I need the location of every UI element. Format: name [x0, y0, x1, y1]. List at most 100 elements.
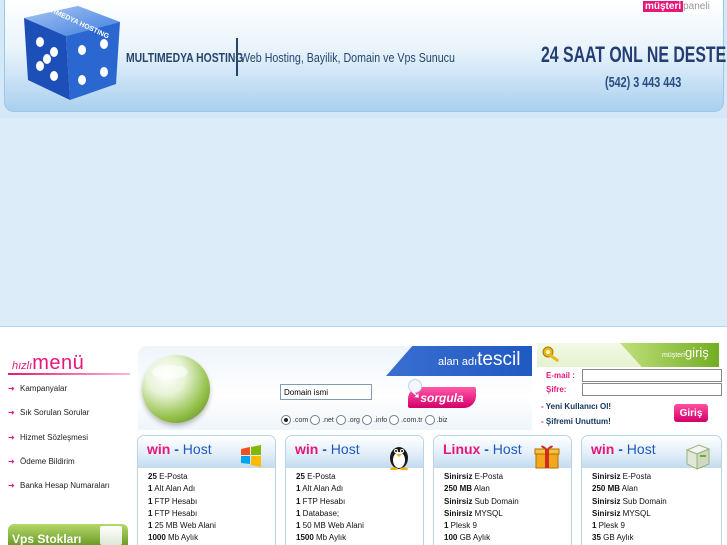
sidebar-item-label: Hizmet Sözleşmesi — [20, 432, 89, 442]
plan-feature-row: 35 GB Aylık — [592, 533, 634, 543]
domain-query-label: sorgula — [420, 390, 464, 405]
plan-feature-row: Sinirsiz E-Posta — [444, 472, 504, 481]
login-title: müşterigiriş — [662, 344, 709, 362]
arrow-right-icon: ➜ — [8, 456, 15, 466]
new-user-link[interactable]: - Yeni Kullanıcı Ol! — [541, 402, 611, 411]
tld-option-info[interactable]: .info — [361, 415, 388, 425]
sidebar-item-payment-notice[interactable]: ➜ Ödeme Bildirim — [8, 450, 132, 472]
password-field[interactable] — [582, 383, 722, 396]
radio-button[interactable] — [310, 415, 321, 425]
plan-features: Sinirsiz E-Posta 250 MB Alan Sinirsiz Su… — [592, 471, 667, 545]
quick-menu-title-big: menü — [32, 352, 85, 374]
email-label: E-mail : — [546, 371, 575, 380]
tld-label: .biz — [436, 416, 448, 424]
plan-feature-row: 100 GB Aylık — [444, 533, 491, 543]
sidebar-item-faq[interactable]: ➜ Sık Sorulan Sorular — [8, 401, 132, 423]
email-field[interactable] — [582, 369, 722, 382]
domain-header-big: tescil — [477, 349, 521, 370]
plan-feature-row: 1 Plesk 9 — [592, 521, 625, 531]
login-title-big: giriş — [684, 345, 709, 360]
forgot-password-link[interactable]: - Şifremi Unuttum! — [541, 417, 611, 426]
tld-option-com[interactable]: .com — [281, 415, 308, 425]
plan-features: 25 E-Posta 1 Alt Alan Adı 1 FTP Hesabı 1… — [296, 471, 364, 545]
radio-button[interactable] — [389, 415, 400, 425]
password-label: Şifre: — [546, 385, 567, 394]
plan-feature-row: 25 E-Posta — [148, 472, 188, 481]
tld-label: .com — [293, 416, 309, 424]
plan-card-linux[interactable]: Linux - Host Sinirsiz E-Posta 250 MB Ala… — [433, 435, 572, 545]
quick-menu-title: hızlımenü — [12, 352, 84, 375]
sidebar-item-label: Kampanyalar — [20, 383, 68, 393]
plan-feature-row: 1 50 MB Web Alani — [296, 521, 364, 531]
plan-feature-row: Sinirsiz Sub Domain — [444, 496, 519, 506]
plan-feature-row: 250 MB Alan — [592, 484, 638, 494]
globe-icon — [142, 355, 210, 423]
sidebar-item-kampanyalar[interactable]: ➜ Kampanyalar — [8, 377, 132, 399]
tld-label: .net — [322, 416, 334, 424]
radio-button[interactable] — [424, 415, 435, 425]
sidebar-item-service-agreement[interactable]: ➜ Hizmet Sözleşmesi — [8, 426, 132, 448]
login-title-small: müşteri — [662, 352, 685, 359]
plan-feature-row: 1 Database; — [296, 508, 340, 518]
tld-option-org[interactable]: .org — [335, 415, 360, 425]
domain-search-input[interactable] — [280, 384, 372, 400]
radio-button[interactable] — [361, 415, 372, 425]
gift-box-icon — [534, 445, 560, 469]
plan-feature-row: 1 Alt Alan Adı — [148, 484, 196, 494]
plan-feature-row: 1 FTP Hesabı — [148, 508, 198, 518]
arrow-right-icon: ➜ — [8, 383, 15, 393]
vps-stock-banner[interactable]: Vps Stokları — [8, 524, 128, 545]
radio-button[interactable] — [335, 415, 346, 425]
customer-panel-link[interactable]: müşteri paneli — [641, 0, 710, 14]
windows-logo-icon — [241, 445, 261, 467]
tld-option-biz[interactable]: .biz — [424, 415, 448, 425]
tld-label: .org — [347, 416, 360, 424]
tld-option-comtr[interactable]: .com.tr — [389, 415, 423, 425]
brand-divider — [236, 38, 238, 76]
plan-card-win-1[interactable]: win - Host 25 E-Posta 1 Alt Alan Adı 1 F… — [137, 435, 276, 545]
plan-feature-row: Sinirsiz MYSQL — [592, 508, 651, 518]
plan-feature-row: 1500 Mb Aylık — [296, 533, 347, 543]
server-box-icon — [100, 526, 122, 545]
customer-panel-sublabel: paneli — [683, 1, 710, 12]
plan-feature-row: 250 MB Alan — [444, 484, 490, 494]
sidebar-item-label: Sık Sorulan Sorular — [20, 407, 90, 417]
tld-label: .info — [373, 416, 388, 424]
login-button[interactable]: Giriş — [674, 404, 708, 422]
linux-penguin-icon — [390, 447, 408, 470]
plan-feature-row: 1 FTP Hesabı — [296, 496, 346, 506]
vps-stock-label: Vps Stokları — [12, 532, 82, 545]
plan-features: 25 E-Posta 1 Alt Alan Adı 1 FTP Hesabı 1… — [148, 471, 216, 545]
tld-option-net[interactable]: .net — [310, 415, 334, 425]
plan-card-win-3[interactable]: win - Host Sinirsiz E-Posta 250 MB Alan … — [581, 435, 722, 545]
plan-feature-row: 1000 Mb Aylık — [148, 533, 199, 543]
domain-query-button[interactable]: ➘ sorgula — [408, 379, 476, 408]
plan-feature-row: 1 Alt Alan Adı — [296, 484, 344, 494]
plan-feature-row: Sinirsiz E-Posta — [592, 472, 652, 481]
plan-feature-row: 25 E-Posta — [296, 472, 336, 481]
server-box-icon — [685, 444, 711, 470]
support-phone: (542) 3 443 443 — [605, 74, 682, 91]
tld-options: .com .net .org .info .com.tr .biz — [281, 415, 449, 425]
brand-tagline: Web Hosting, Bayilik, Domain ve Vps Sunu… — [240, 50, 455, 65]
arrow-right-icon: ➜ — [8, 407, 15, 417]
plan-title: win - Host — [295, 441, 360, 457]
radio-button[interactable] — [281, 415, 291, 425]
logo-dice-icon[interactable]: MULTIMEDYA HOSTING — [16, 0, 134, 110]
plan-feature-row: Sinirsiz Sub Domain — [592, 496, 667, 506]
plan-feature-row: Sinirsiz MYSQL — [444, 508, 503, 518]
tld-label: .com.tr — [401, 416, 423, 424]
plan-card-win-2[interactable]: win - Host 25 E-Posta 1 Alt Alan Adı 1 F… — [285, 435, 424, 545]
customer-panel-label: müşteri — [643, 1, 684, 12]
plan-title: Linux - Host — [443, 441, 522, 457]
support-title: 24 SAAT ONL NE DESTEK — [541, 42, 727, 67]
arrow-icon: ➘ — [411, 389, 421, 401]
plan-title: win - Host — [591, 441, 656, 457]
plan-feature-row: 1 FTP Hesabı — [148, 496, 198, 506]
plan-feature-row: 1 Plesk 9 — [444, 521, 477, 531]
plan-feature-row: 1 25 MB Web Alani — [148, 521, 216, 531]
arrow-right-icon: ➜ — [8, 480, 15, 490]
plan-features: Sinirsiz E-Posta 250 MB Alan Sinirsiz Su… — [444, 471, 519, 545]
quick-menu-rule — [8, 373, 130, 375]
sidebar-item-bank-accounts[interactable]: ➜ Banka Hesap Numaraları — [8, 474, 132, 496]
